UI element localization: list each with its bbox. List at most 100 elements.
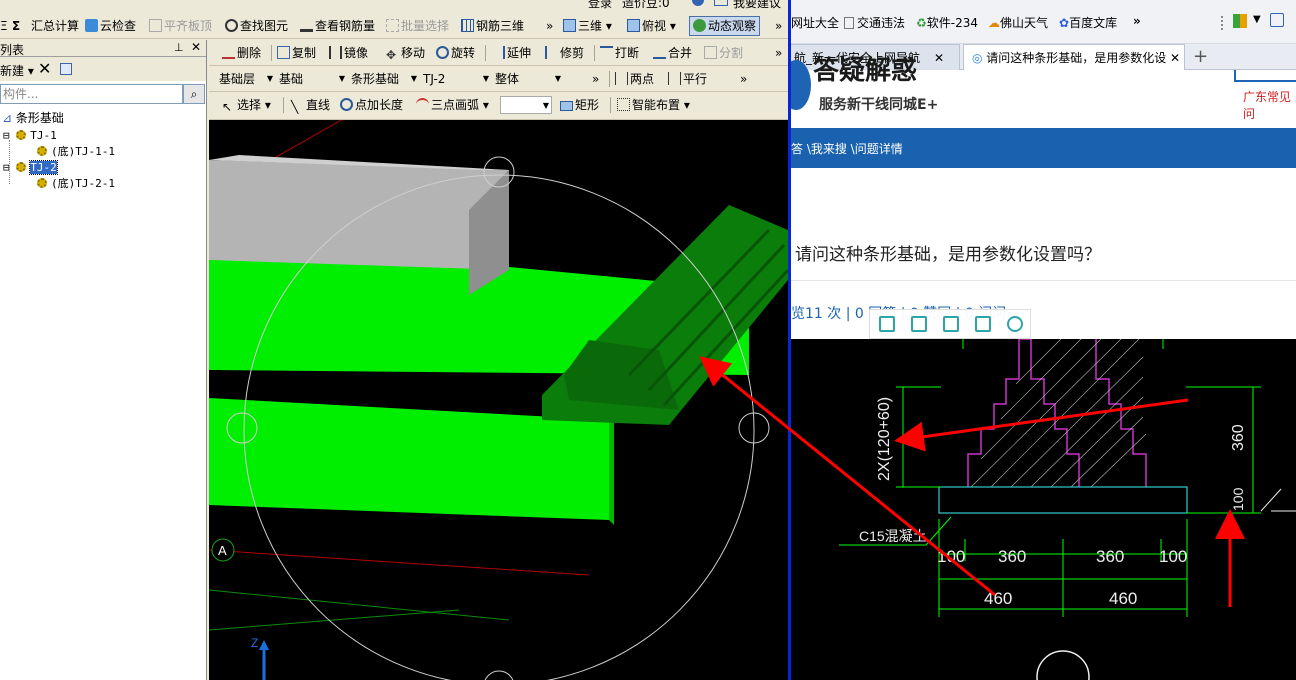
suggest-link[interactable]: 我要建议 [733,0,781,11]
arc-dropdown[interactable]: 三点画弧 ▾ [416,96,489,114]
breadcrumb[interactable]: 答 \我来搜 \问题详情 [791,140,903,157]
move-icon: ✥ [386,48,397,62]
toolbar-more[interactable]: » [775,44,782,62]
copy-icon[interactable] [60,63,72,75]
share-icon[interactable] [975,316,991,332]
tree-root[interactable]: ⊿ 条形基础 [2,111,64,126]
toolbar-more[interactable]: » [592,70,599,88]
arc-option-select[interactable]: ▼ [500,96,552,114]
rectangle-button[interactable]: 矩形 [560,96,599,114]
bookmark-item[interactable]: 交通违法 [844,14,905,31]
floor-select[interactable]: 基础层 ▼ [219,70,275,88]
close-icon[interactable]: ✕ [934,45,944,71]
chevron-down-icon[interactable]: ▼ [1253,14,1261,25]
save-image-icon[interactable] [943,316,959,332]
sigma-icon[interactable]: Σ [12,17,20,35]
menu-icon[interactable]: Ξ [0,17,8,35]
tab-question[interactable]: ◎ 请问这种条形基础，是用参数化设 ✕ [963,44,1185,71]
pin-icon[interactable]: ⊥ [174,41,184,54]
axis-line [209,549,590,576]
toolbar-more-2[interactable]: » [775,17,782,35]
component-select[interactable]: TJ-2 ▼ [423,70,491,88]
top-view-dropdown[interactable]: 俯视 ▾ [627,17,676,35]
concrete-label: C15混凝土 [859,528,927,544]
component-search-input[interactable]: 构件... [0,84,183,104]
grey-beam-face [209,160,509,270]
selector-toolbar: 基础层 ▼ 基础 ▼ 条形基础 ▼ TJ-2 ▼ 整体 ▼ » 两点 平行 » [209,66,788,92]
cursor-icon: ↖ [222,100,233,114]
rotate-button[interactable]: 旋转 [436,44,475,62]
divider [791,280,1296,281]
panel-toolbar: 新建 ▾ ✕ [0,57,206,81]
separator [594,45,595,61]
smart-layout-dropdown[interactable]: 智能布置 ▾ [617,96,690,114]
login-link[interactable]: 登录 [588,0,612,11]
break-icon [600,46,613,59]
panel-header: 列表 ⊥ ✕ [0,40,206,57]
category-select[interactable]: 基础 ▼ [279,70,347,88]
extend-button[interactable]: 延伸 [492,44,531,62]
user-icon[interactable] [1270,13,1284,27]
menu-dots-icon[interactable] [1221,16,1225,30]
align-top-icon [149,19,162,32]
copy-image-icon[interactable] [879,316,895,332]
dynamic-orbit-button[interactable]: 动态观察 [689,16,761,36]
tree-node-tj1[interactable]: ⊟ TJ-1 [3,128,57,143]
merge-icon [653,46,666,59]
delete-button[interactable]: 删除 [222,44,261,62]
view-rebar-button[interactable]: 查看钢筋量 [300,17,375,35]
new-dropdown[interactable]: 新建 ▾ [0,62,34,79]
parallel-button[interactable]: 平行 [668,70,707,88]
bookmark-item[interactable]: ✿百度文库 [1059,14,1117,31]
bookmarks-more[interactable]: » [1133,14,1141,28]
align-top-button[interactable]: 平齐板顶 [149,17,212,35]
trim-button[interactable]: 修剪 [545,44,584,62]
find-element-button[interactable]: 查找图元 [225,17,288,35]
fullscreen-icon[interactable] [911,316,927,332]
tree-node-tj2[interactable]: ⊟ TJ-2 [3,160,58,175]
rebar-3d-button[interactable]: 钢筋三维 [461,17,524,35]
tree-leaf-tj1-1[interactable]: (底)TJ-1-1 [37,144,115,159]
question-title: 请问这种条形基础，是用参数化设置吗？ [795,245,1101,265]
copy-button[interactable]: 复制 [277,44,316,62]
move-button[interactable]: ✥ 移动 [386,44,425,62]
attached-cad-image[interactable]: 2X(120+60) 360 100 100 360 360 100 460 4… [791,339,1296,680]
edit-toolbar: 删除 复制 镜像 ✥ 移动 旋转 延伸 修剪 打断 合并 分割 » [209,40,788,66]
paw-icon: ✿ [1059,16,1070,30]
cad-drawing: 2X(120+60) 360 100 100 360 360 100 460 4… [839,339,1296,680]
bookmark-item[interactable]: 网址大全 [791,14,839,31]
settings-icon[interactable] [1007,316,1023,332]
tree-leaf-tj2-1[interactable]: (底)TJ-2-1 [37,176,115,191]
dim-height-100: 100 [1230,487,1246,511]
toolbar-more-2[interactable]: » [740,70,747,88]
orbit-handle-bottom[interactable] [484,670,514,680]
scope-select[interactable]: 整体 ▼ [495,70,563,88]
toolbar-more[interactable]: » [546,17,553,35]
cloud-check-button[interactable]: 云检查 [85,17,136,35]
new-tab-button[interactable]: + [1193,44,1208,70]
delete-icon[interactable]: ✕ [38,59,51,78]
3d-viewport[interactable]: A Z [209,120,788,680]
type-select[interactable]: 条形基础 ▼ [351,70,419,88]
break-button[interactable]: 打断 [600,44,639,62]
credit-label: 造价豆:0 [622,0,670,10]
merge-button[interactable]: 合并 [653,44,692,62]
point-length-button[interactable]: 点加长度 [340,96,403,114]
select-dropdown[interactable]: ↖ 选择 ▾ [222,96,271,114]
bookmark-item[interactable]: ♻软件-234 [916,14,978,31]
close-icon[interactable]: ✕ [1170,45,1181,71]
close-icon[interactable]: ✕ [191,40,201,54]
summary-calc-button[interactable]: 汇总计算 [31,17,79,35]
search-icon[interactable]: ⌕ [183,84,205,104]
two-point-button[interactable]: 两点 [615,70,654,88]
mirror-button[interactable]: 镜像 [329,44,368,62]
3d-view-dropdown[interactable]: 三维 ▾ [563,17,612,35]
bookmark-item[interactable]: ☁佛山天气 [988,14,1048,31]
smart-layout-icon [617,98,630,111]
line-button[interactable]: ╲ 直线 [291,96,330,114]
batch-select-button[interactable]: 批量选择 [386,17,449,35]
suggest-icon [714,0,728,6]
split-button[interactable]: 分割 [704,44,743,62]
3d-scene[interactable]: A Z [209,120,788,680]
apps-icon[interactable] [1233,14,1247,28]
